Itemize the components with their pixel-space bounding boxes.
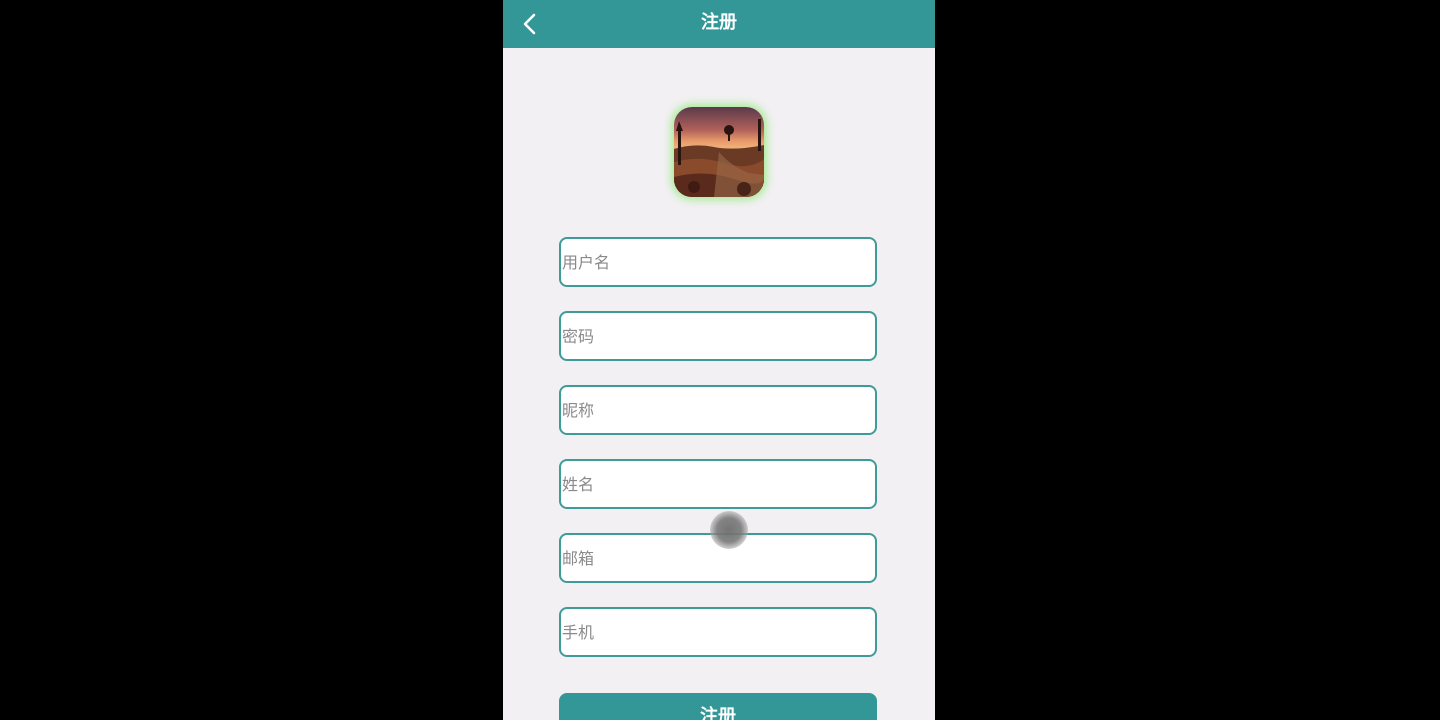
username-field[interactable] <box>559 237 877 287</box>
phone-field[interactable] <box>559 607 877 657</box>
register-button[interactable]: 注册 <box>559 693 877 720</box>
password-field[interactable] <box>559 311 877 361</box>
page-title: 注册 <box>701 12 737 33</box>
touch-indicator <box>710 511 748 549</box>
nickname-field[interactable] <box>559 385 877 435</box>
app-header: 注册 <box>503 0 935 48</box>
phone-screen: 注册 用户名 昵称 姓名 邮箱 手机 注册 <box>503 0 935 720</box>
name-field[interactable] <box>559 459 877 509</box>
avatar[interactable] <box>674 107 764 197</box>
avatar-image <box>674 107 764 197</box>
